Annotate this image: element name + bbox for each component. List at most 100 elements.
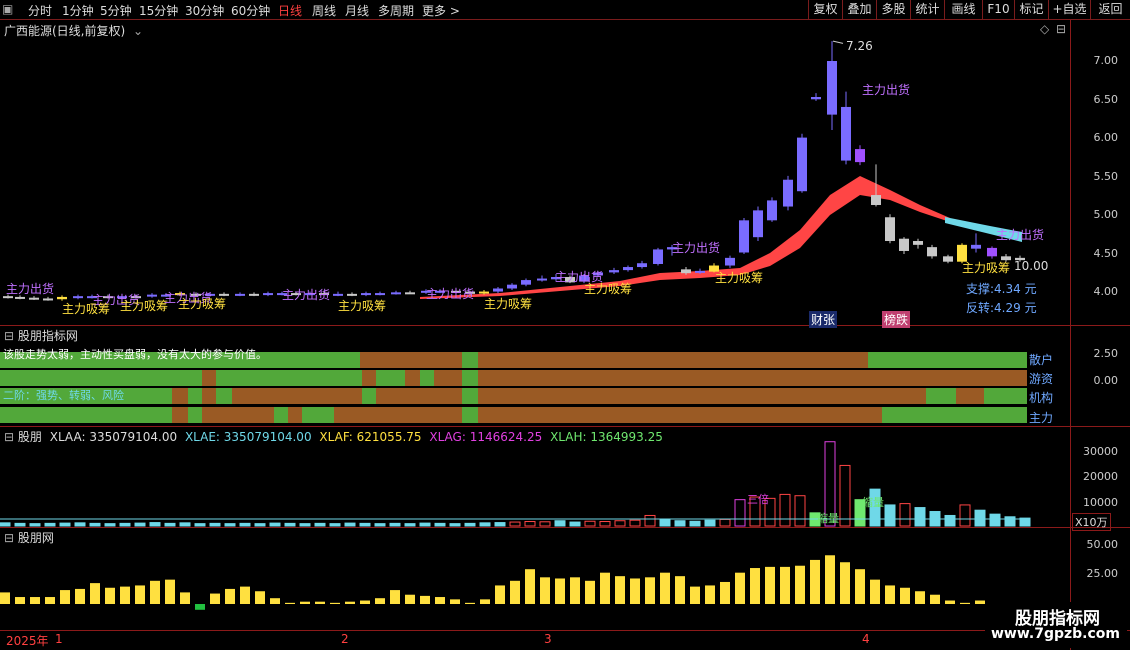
- candle-body-58: [841, 106, 851, 161]
- candle-body-64: [927, 247, 937, 257]
- candle-body-24: [347, 293, 357, 296]
- menu-icon[interactable]: ⊟: [1056, 22, 1066, 36]
- volume-bar-40: [599, 521, 611, 527]
- band-r1-0: [0, 370, 202, 386]
- bottom-bar-30: [450, 599, 460, 604]
- volume-bar-15: [224, 523, 236, 527]
- bottom-bar-31: [465, 602, 475, 604]
- bottom-bar-47: [705, 585, 715, 604]
- bottom-bar-23: [345, 601, 355, 604]
- band-r0-2: [462, 352, 478, 368]
- volume-bar-22: [329, 523, 341, 527]
- band-r0-3: [478, 352, 868, 368]
- volume-bar-12: [179, 522, 191, 527]
- volume-annotation-shrink-1: 缩量: [817, 512, 839, 525]
- candle-body-16: [235, 293, 245, 296]
- bottom-bar-26: [390, 590, 400, 604]
- candle-body-65: [943, 256, 953, 262]
- bottom-bar-8: [120, 586, 130, 604]
- reversal-label: 反转:4.29 元: [966, 301, 1037, 315]
- indicator-panel-title: ⊟ 股朋指标网: [4, 329, 78, 343]
- news-tag-1[interactable]: 财张: [809, 311, 838, 328]
- bottom-bar-33: [495, 585, 505, 604]
- band-r3-8: [334, 407, 462, 423]
- candle-body-57: [827, 61, 837, 115]
- bottom-bar-41: [615, 576, 625, 604]
- volume-bar-11: [164, 522, 176, 527]
- candle-body-2: [29, 297, 39, 300]
- news-tag-2[interactable]: 榜跌: [882, 311, 911, 328]
- band-r2-10: [478, 388, 926, 404]
- bottom-bar-35: [525, 569, 535, 604]
- volume-bar-24: [359, 522, 371, 527]
- volume-bar-18: [269, 522, 281, 527]
- title-dropdown-icon[interactable]: ⌄: [133, 24, 143, 38]
- band-r1-1: [202, 370, 216, 386]
- band-r3-2: [188, 407, 202, 423]
- bottom-bar-2: [30, 597, 40, 604]
- bottom-bar-65: [975, 600, 985, 604]
- bottom-bar-38: [570, 577, 580, 604]
- volume-bar-33: [494, 522, 506, 527]
- indicator-message: 该股走势太弱，主动性买盘弱，没有太大的参与价值。: [3, 348, 267, 361]
- bottom-bar-58: [870, 579, 880, 604]
- bottom-bar-53: [795, 565, 805, 604]
- bottom-bar-21: [315, 601, 325, 604]
- bottom-panel-title: ⊟ 股朋网: [4, 531, 54, 545]
- candle-body-52: [753, 210, 763, 238]
- bottom-bar-52: [780, 566, 790, 604]
- band-r3-1: [172, 407, 188, 423]
- volume-bar-56: [839, 464, 851, 527]
- bottom-bar-24: [360, 600, 370, 604]
- signal-sell-15: 主力出货: [996, 228, 1045, 242]
- band-r1-2: [216, 370, 362, 386]
- volume-bar-47: [704, 519, 716, 527]
- candle-body-53: [767, 200, 777, 221]
- xlaa-value: XLAA: 335079104.00: [49, 430, 178, 444]
- volume-bar-30: [449, 523, 461, 527]
- candle-body-62: [899, 238, 909, 251]
- diamond-icon[interactable]: ◇: [1040, 22, 1049, 36]
- candle-body-25: [361, 293, 371, 296]
- volume-bar-60: [899, 503, 911, 527]
- bottom-bar-28: [420, 595, 430, 604]
- volume-bar-36: [539, 521, 551, 527]
- signal-buy-9: 主力吸筹: [484, 297, 533, 311]
- candle-body-63: [913, 241, 923, 245]
- volume-bar-3: [44, 522, 56, 527]
- candle-body-54: [783, 179, 793, 207]
- xlah-value: XLAH: 1364993.25: [550, 430, 663, 444]
- candle-body-59: [855, 149, 865, 163]
- band-r3-5: [274, 407, 288, 423]
- bottom-bar-16: [240, 586, 250, 604]
- bottom-bar-54: [810, 559, 820, 604]
- indicator-axis-250: 2.50: [1093, 347, 1119, 360]
- candle-body-67: [971, 244, 981, 249]
- bottom-bar-12: [180, 592, 190, 604]
- indicator-collapse-icon[interactable]: ⊟: [4, 329, 14, 343]
- candle-body-68: [987, 247, 997, 257]
- row-label-retail: 散户: [1029, 353, 1054, 367]
- signal-sell-12: 主力出货: [672, 241, 721, 255]
- volume-bar-61: [914, 507, 926, 527]
- back-button[interactable]: 返回: [1090, 0, 1130, 20]
- volume-bar-28: [419, 522, 431, 527]
- volume-collapse-icon[interactable]: ⊟: [4, 430, 14, 444]
- signal-buy-5: 主力吸筹: [178, 297, 227, 311]
- bottom-bar-46: [690, 586, 700, 604]
- bottom-collapse-icon[interactable]: ⊟: [4, 531, 14, 545]
- volume-bar-35: [524, 521, 536, 527]
- volume-bar-44: [659, 518, 671, 527]
- volume-bar-10: [149, 522, 161, 527]
- bottom-bar-5: [75, 588, 85, 604]
- candle-body-18: [263, 293, 273, 296]
- volume-annotation-shrink-2: 缩量: [862, 496, 884, 509]
- band-r2-12: [956, 388, 984, 404]
- volume-bar-8: [119, 522, 131, 527]
- row-label-hotmoney: 游资: [1029, 372, 1054, 386]
- candle-body-37: [537, 278, 547, 281]
- bottom-bar-19: [285, 602, 295, 604]
- volume-bar-1: [14, 522, 26, 527]
- peak-price-label: 7.26: [846, 39, 873, 53]
- volume-bar-39: [584, 520, 596, 527]
